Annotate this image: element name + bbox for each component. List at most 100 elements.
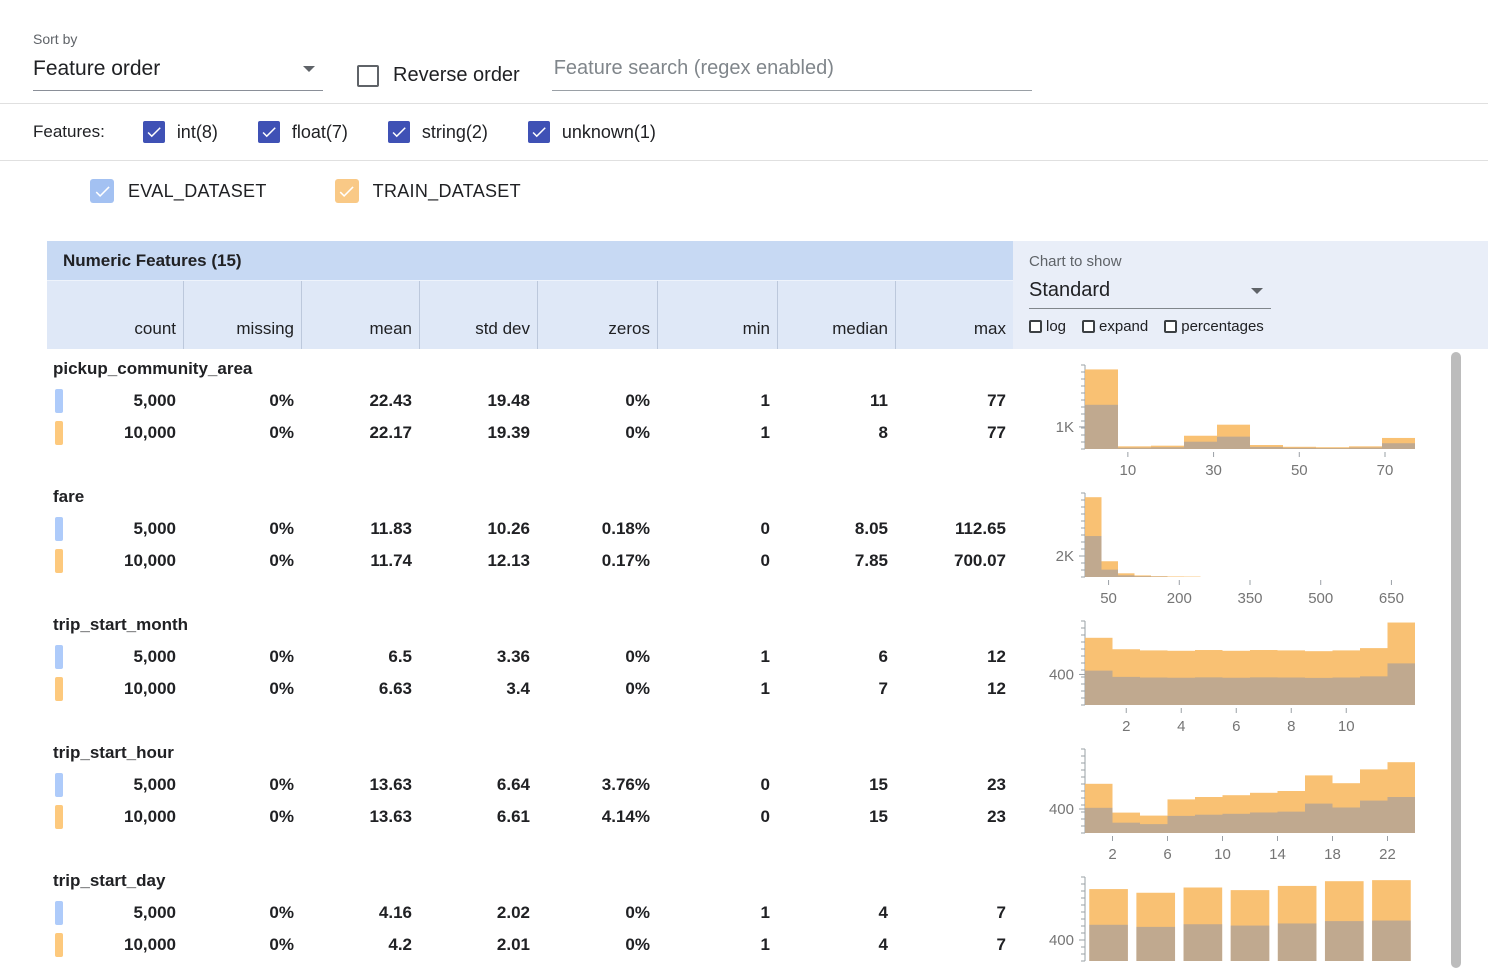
sort-by-select[interactable]: Feature order [33, 53, 323, 91]
cell-zeros: 0% [537, 903, 657, 923]
feature-type-filter-checkbox[interactable]: string(2) [388, 121, 488, 143]
svg-text:10: 10 [1214, 846, 1231, 863]
cell-median: 15 [777, 807, 895, 827]
cell-zeros: 0.17% [537, 551, 657, 571]
cell-missing: 0% [183, 807, 301, 827]
stats-row: 10,000 0% 6.63 3.4 0% 1 7 12 [47, 673, 1013, 705]
cell-max: 12 [895, 679, 1013, 699]
cell-std-dev: 2.02 [419, 903, 537, 923]
stats-row: 10,000 0% 13.63 6.61 4.14% 0 15 23 [47, 801, 1013, 833]
feature-histogram: 2K50200350500650 [1013, 487, 1453, 611]
reverse-order-checkbox[interactable]: Reverse order [357, 64, 520, 87]
cell-mean: 13.63 [301, 775, 419, 795]
chart-option-checkbox[interactable]: expand [1082, 318, 1148, 335]
cell-median: 8.05 [777, 519, 895, 539]
cell-std-dev: 3.36 [419, 647, 537, 667]
cell-median: 7 [777, 679, 895, 699]
feature-stats: trip_start_hour 5,000 0% 13.63 6.64 3.76… [47, 743, 1013, 861]
features-body: pickup_community_area 5,000 0% 22.43 19.… [0, 349, 1488, 968]
chart-option-checkbox[interactable]: percentages [1164, 318, 1264, 335]
svg-text:350: 350 [1237, 590, 1262, 607]
feature-name: trip_start_hour [47, 743, 1013, 769]
dataset-toggle-checkbox[interactable]: EVAL_DATASET [90, 179, 267, 203]
stats-row: 5,000 0% 22.43 19.48 0% 1 11 77 [47, 385, 1013, 417]
cell-median: 7.85 [777, 551, 895, 571]
cell-min: 1 [657, 679, 777, 699]
filter-label: int(8) [177, 122, 218, 143]
svg-text:18: 18 [1324, 846, 1341, 863]
feature-search-input[interactable] [552, 53, 1032, 91]
cell-zeros: 4.14% [537, 807, 657, 827]
stats-row: 10,000 0% 4.2 2.01 0% 1 4 7 [47, 929, 1013, 961]
cell-std-dev: 6.61 [419, 807, 537, 827]
cell-max: 7 [895, 903, 1013, 923]
cell-mean: 6.63 [301, 679, 419, 699]
feature-histogram: 1K10305070 [1013, 359, 1453, 483]
feature-histogram: 400246810 [1013, 615, 1453, 739]
feature-stats: trip_start_month 5,000 0% 6.5 3.36 0% 1 … [47, 615, 1013, 733]
dataset-color-marker [55, 421, 63, 445]
checkbox-checked-icon [388, 121, 410, 143]
cell-std-dev: 10.26 [419, 519, 537, 539]
cell-zeros: 3.76% [537, 775, 657, 795]
chart-type-select[interactable]: Standard [1029, 275, 1271, 309]
column-header-std-dev: std dev [419, 281, 537, 349]
feature-chart-cell: 400246810 [1013, 615, 1455, 733]
cell-std-dev: 19.48 [419, 391, 537, 411]
cell-max: 23 [895, 775, 1013, 795]
svg-text:50: 50 [1291, 462, 1308, 479]
dataset-toggle-checkbox[interactable]: TRAIN_DATASET [335, 179, 521, 203]
feature-chart-cell: 2K50200350500650 [1013, 487, 1455, 605]
checkbox-checked-icon [528, 121, 550, 143]
filter-label: string(2) [422, 122, 488, 143]
filter-label: unknown(1) [562, 122, 656, 143]
cell-zeros: 0% [537, 391, 657, 411]
cell-zeros: 0% [537, 935, 657, 955]
reverse-order-label: Reverse order [393, 64, 520, 87]
stats-row: 10,000 0% 22.17 19.39 0% 1 8 77 [47, 417, 1013, 449]
svg-text:200: 200 [1167, 590, 1192, 607]
dataset-color-marker [55, 677, 63, 701]
feature-row: trip_start_month 5,000 0% 6.5 3.36 0% 1 … [47, 605, 1488, 733]
feature-row: trip_start_day 5,000 0% 4.16 2.02 0% 1 4… [47, 861, 1488, 968]
cell-zeros: 0% [537, 423, 657, 443]
cell-min: 1 [657, 647, 777, 667]
feature-type-filter-checkbox[interactable]: unknown(1) [528, 121, 656, 143]
filters-label: Features: [33, 122, 105, 142]
feature-type-filter-checkbox[interactable]: float(7) [258, 121, 348, 143]
stats-row: 5,000 0% 6.5 3.36 0% 1 6 12 [47, 641, 1013, 673]
feature-type-filter-checkbox[interactable]: int(8) [143, 121, 218, 143]
svg-text:10: 10 [1338, 718, 1355, 735]
checkbox-checked-icon [143, 121, 165, 143]
svg-text:2: 2 [1122, 718, 1130, 735]
svg-text:8: 8 [1287, 718, 1295, 735]
feature-type-filters: Features: int(8) float(7) string(2) unkn… [0, 104, 1488, 161]
stats-row: 10,000 0% 11.74 12.13 0.17% 0 7.85 700.0… [47, 545, 1013, 577]
cell-missing: 0% [183, 647, 301, 667]
chart-option-checkbox[interactable]: log [1029, 318, 1066, 335]
cell-zeros: 0.18% [537, 519, 657, 539]
cell-std-dev: 12.13 [419, 551, 537, 571]
table-title: Numeric Features (15) [63, 251, 242, 271]
chevron-down-icon [303, 66, 315, 72]
svg-text:500: 500 [1308, 590, 1333, 607]
cell-median: 15 [777, 775, 895, 795]
feature-name: fare [47, 487, 1013, 513]
svg-text:14: 14 [1269, 846, 1286, 863]
cell-min: 0 [657, 807, 777, 827]
dataset-color-marker [55, 389, 63, 413]
dataset-legend: EVAL_DATASET TRAIN_DATASET [0, 161, 1488, 229]
cell-missing: 0% [183, 903, 301, 923]
column-header-zeros: zeros [537, 281, 657, 349]
vertical-scrollbar-thumb[interactable] [1451, 352, 1461, 968]
cell-count: 5,000 [47, 903, 183, 923]
column-header-max: max [895, 281, 1013, 349]
chart-option-label: expand [1099, 318, 1148, 335]
cell-min: 1 [657, 423, 777, 443]
svg-text:10: 10 [1120, 462, 1137, 479]
cell-max: 77 [895, 423, 1013, 443]
svg-text:70: 70 [1377, 462, 1394, 479]
cell-min: 1 [657, 935, 777, 955]
cell-min: 1 [657, 391, 777, 411]
cell-missing: 0% [183, 391, 301, 411]
